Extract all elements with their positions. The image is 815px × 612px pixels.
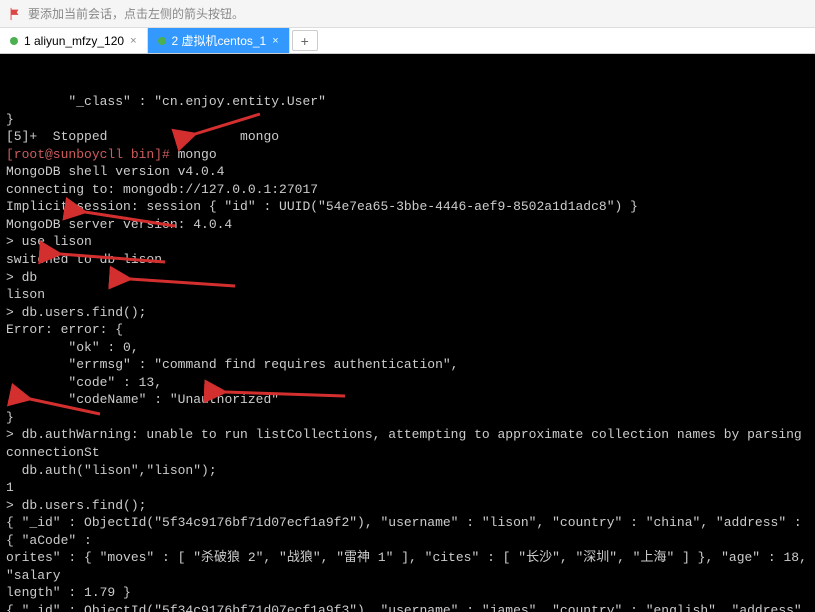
tab-centos[interactable]: 2 虚拟机centos_1 × — [148, 28, 290, 53]
terminal-line: "errmsg" : "command find requires authen… — [6, 356, 809, 374]
tab-aliyun[interactable]: 1 aliyun_mfzy_120 × — [0, 28, 148, 53]
tab-label: 1 aliyun_mfzy_120 — [24, 34, 124, 48]
hint-text: 要添加当前会话，点击左侧的箭头按钮。 — [28, 5, 244, 22]
terminal-line: "ok" : 0, — [6, 339, 809, 357]
tab-label: 2 虚拟机centos_1 — [172, 32, 267, 49]
terminal-line: > db — [6, 269, 809, 287]
add-tab-button[interactable]: + — [292, 30, 318, 51]
flag-icon — [8, 7, 22, 21]
terminal-line: orites" : { "moves" : [ "杀破狼 2", "战狼", "… — [6, 549, 809, 584]
terminal-output[interactable]: "_class" : "cn.enjoy.entity.User"}[5]+ S… — [0, 54, 815, 612]
terminal-line: { "_id" : ObjectId("5f34c9176bf71d07ecf1… — [6, 514, 809, 549]
terminal-line: "_class" : "cn.enjoy.entity.User" — [6, 93, 809, 111]
terminal-line: 1 — [6, 479, 809, 497]
terminal-line: [root@sunboycll bin]# mongo — [6, 146, 809, 164]
terminal-line: [5]+ Stopped mongo — [6, 128, 809, 146]
terminal-line: { "_id" : ObjectId("5f34c9176bf71d07ecf1… — [6, 602, 809, 612]
terminal-line: > db.users.find(); — [6, 497, 809, 515]
terminal-line: MongoDB shell version v4.0.4 — [6, 163, 809, 181]
terminal-line: > db.authWarning: unable to run listColl… — [6, 426, 809, 461]
terminal-line: } — [6, 111, 809, 129]
terminal-line: lison — [6, 286, 809, 304]
close-icon[interactable]: × — [272, 35, 278, 47]
terminal-line: > db.users.find(); — [6, 304, 809, 322]
terminal-line: "code" : 13, — [6, 374, 809, 392]
terminal-line: Error: error: { — [6, 321, 809, 339]
terminal-line: "codeName" : "Unauthorized" — [6, 391, 809, 409]
terminal-line: length" : 1.79 } — [6, 584, 809, 602]
terminal-line: connecting to: mongodb://127.0.0.1:27017 — [6, 181, 809, 199]
status-dot-icon — [158, 37, 166, 45]
tab-bar: 1 aliyun_mfzy_120 × 2 虚拟机centos_1 × + — [0, 28, 815, 54]
terminal-line: switched to db lison — [6, 251, 809, 269]
terminal-line: > use lison — [6, 233, 809, 251]
terminal-line: MongoDB server version: 4.0.4 — [6, 216, 809, 234]
close-icon[interactable]: × — [130, 35, 136, 47]
hint-bar: 要添加当前会话，点击左侧的箭头按钮。 — [0, 0, 815, 28]
terminal-line: db.auth("lison","lison"); — [6, 462, 809, 480]
terminal-line: Implicit session: session { "id" : UUID(… — [6, 198, 809, 216]
status-dot-icon — [10, 37, 18, 45]
terminal-line: } — [6, 409, 809, 427]
